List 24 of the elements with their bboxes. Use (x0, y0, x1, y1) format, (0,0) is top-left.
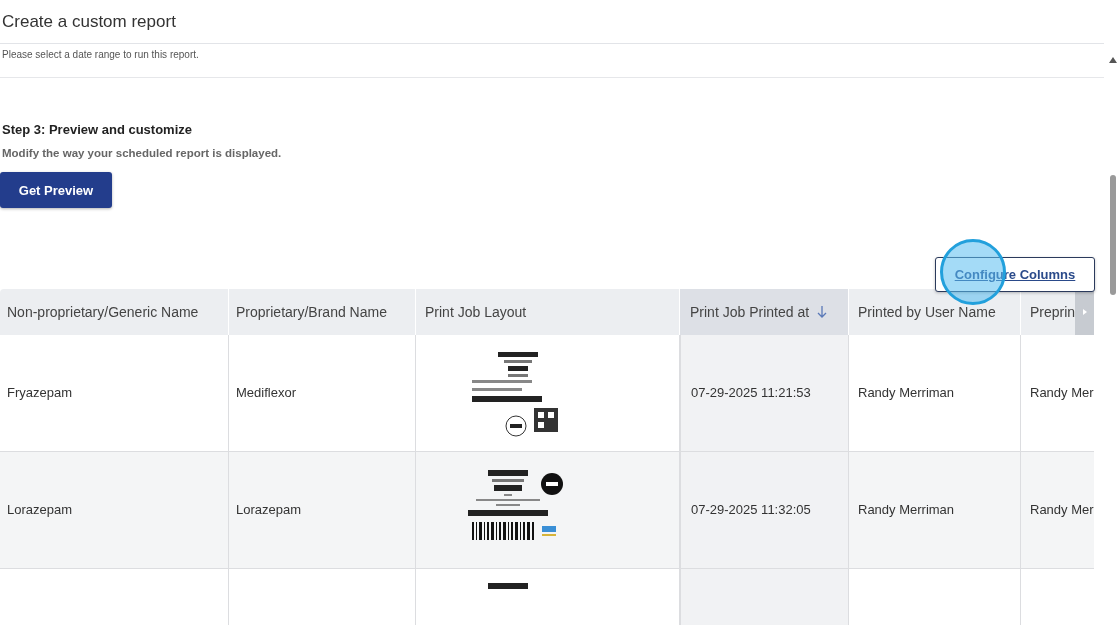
table-cell: Randy Merriman (858, 385, 955, 401)
get-preview-button[interactable]: Get Preview (0, 172, 112, 209)
table-cell: Mediflexor (236, 385, 296, 401)
column-header[interactable]: Print Job Printed at (680, 288, 849, 335)
sort-down-arrow-icon (817, 305, 828, 319)
date-range-hint: Please select a date range to run this report. (2, 49, 199, 61)
column-header[interactable]: Non-proprietary/Generic Name (0, 288, 229, 335)
scroll-up-arrow-icon (1109, 57, 1117, 63)
table-cell: Lorazepam (7, 502, 73, 518)
caret-right-icon (1082, 308, 1087, 315)
table-cell: Randy Mer (1030, 385, 1094, 401)
label-image (487, 582, 528, 589)
table-cell: Fryazepam (7, 385, 73, 401)
page-title: Create a custom report (2, 11, 176, 32)
table-cell: 07-29-2025 11:21:53 (691, 385, 811, 401)
scrollbar-thumb[interactable] (1110, 175, 1116, 295)
table-cell: Lorazepam (236, 502, 302, 518)
step-description: Modify the way your scheduled report is displayed. (2, 147, 282, 160)
column-header[interactable]: Printed by User Name (849, 288, 1021, 335)
table-cell: Randy Mer (1030, 502, 1094, 518)
table-cell: Randy Merriman (858, 502, 955, 518)
table-cell: 07-29-2025 11:32:05 (691, 502, 811, 518)
step-heading: Step 3: Preview and customize (2, 122, 192, 138)
column-header[interactable]: Proprietary/Brand Name (229, 288, 416, 335)
